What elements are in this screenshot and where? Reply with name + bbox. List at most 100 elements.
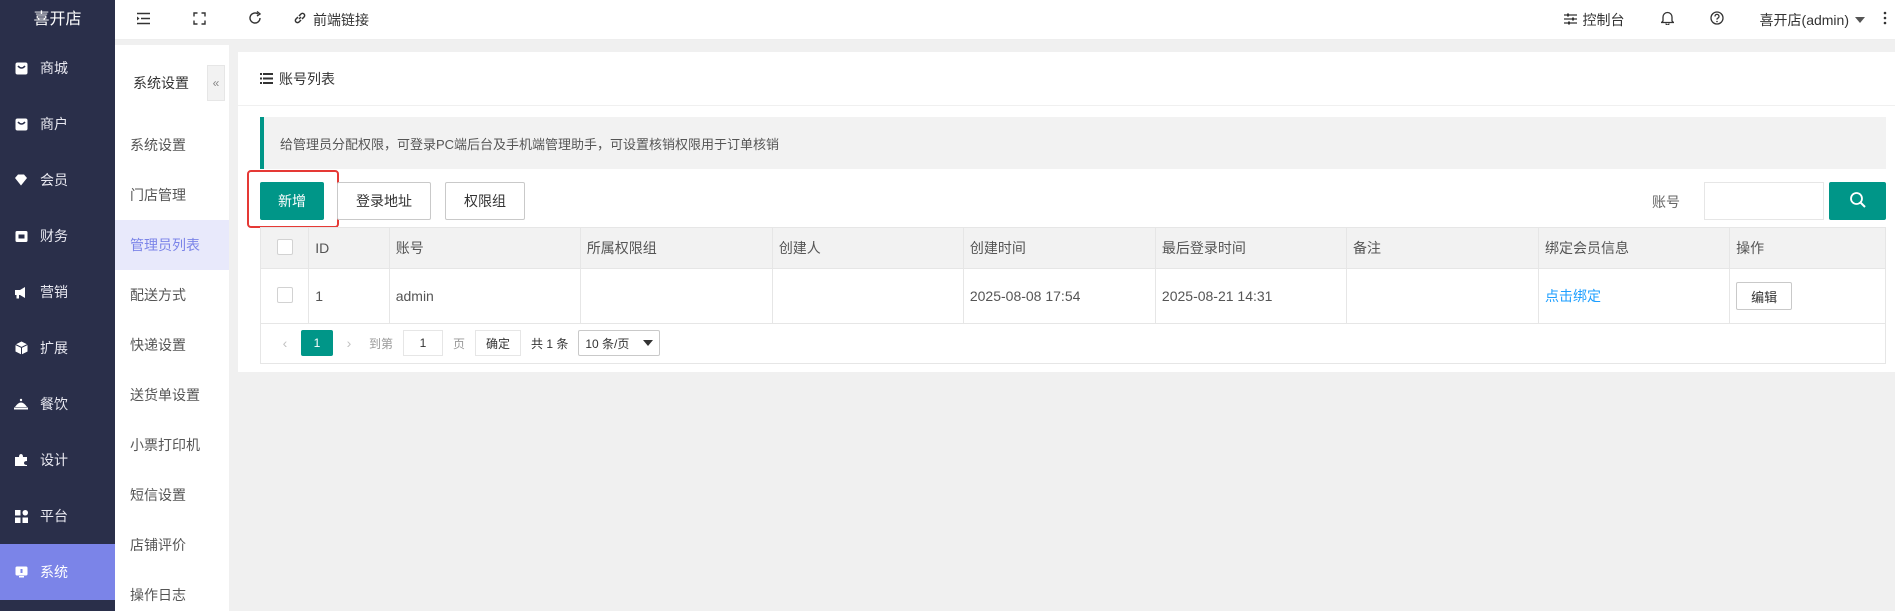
help-button[interactable] — [1692, 11, 1742, 28]
cell-created: 2025-08-08 17:54 — [962, 268, 1156, 324]
sidebar-item-system[interactable]: 系统 — [0, 544, 115, 600]
fullscreen-icon — [192, 11, 206, 28]
select-all-checkbox[interactable] — [276, 238, 293, 255]
sidebar-item-shop[interactable]: 商城 — [0, 40, 115, 96]
pagination: ‹ 1 › 到第 1 页 确定 共 1 条 10 条/页 — [260, 323, 1886, 364]
finance-icon — [14, 229, 28, 243]
sidebar-item-finance[interactable]: 财务 — [0, 208, 115, 264]
menu-toggle-button[interactable] — [115, 0, 171, 40]
submenu-item[interactable]: 系统设置 — [115, 120, 229, 170]
submenu-item-active[interactable]: 管理员列表 — [115, 220, 229, 270]
platform-icon — [14, 509, 28, 523]
sidebar-item-label: 财务 — [40, 228, 68, 244]
sidebar-item-label: 平台 — [40, 508, 68, 524]
sub-sidebar: 系统设置 « 系统设置 门店管理 管理员列表 配送方式 快递设置 送货单设置 小… — [115, 45, 229, 611]
bind-member-link[interactable]: 点击绑定 — [1545, 288, 1601, 304]
sidebar-item-label: 营销 — [40, 284, 68, 300]
sidebar-item-catering[interactable]: 餐饮 — [0, 376, 115, 432]
cell-remark — [1345, 268, 1540, 324]
column-header: 操作 — [1729, 227, 1886, 269]
search-button[interactable] — [1829, 182, 1886, 220]
shop-icon — [14, 61, 28, 75]
next-page-icon[interactable]: › — [339, 335, 359, 351]
main-menu: 商城 商户 会员 财务 营销 扩展 餐饮 设计 平台 系统 — [0, 40, 115, 600]
submenu-item[interactable]: 快递设置 — [115, 320, 229, 370]
link-icon — [293, 11, 307, 28]
content-card: 账号列表 给管理员分配权限，可登录PC端后台及手机端管理助手，可设置核销权限用于… — [238, 52, 1895, 372]
submenu-item[interactable]: 短信设置 — [115, 470, 229, 520]
column-header: 绑定会员信息 — [1538, 227, 1731, 269]
merchant-icon — [14, 117, 28, 131]
caret-down-icon — [1855, 16, 1865, 23]
brand-logo[interactable]: 喜开店 — [0, 0, 115, 40]
page-size-select[interactable]: 10 条/页 — [578, 330, 661, 356]
table-header-row: ID 账号 所属权限组 创建人 创建时间 最后登录时间 备注 绑定会员信息 操作 — [259, 227, 1886, 269]
submenu-item[interactable]: 操作日志 — [115, 570, 229, 611]
goto-confirm-button[interactable]: 确定 — [475, 330, 522, 356]
sidebar-item-label: 扩展 — [40, 340, 68, 356]
info-tip: 给管理员分配权限，可登录PC端后台及手机端管理助手，可设置核销权限用于订单核销 — [260, 117, 1886, 169]
frontend-link-label: 前端链接 — [313, 11, 369, 28]
cell-action: 编辑 — [1729, 268, 1886, 324]
submenu-item[interactable]: 配送方式 — [115, 270, 229, 320]
submenu-title-label: 系统设置 — [133, 74, 189, 91]
page-size-value: 10 条/页 — [585, 336, 630, 351]
column-header: 备注 — [1345, 227, 1540, 269]
search-label: 账号 — [1652, 194, 1680, 210]
account-search-input[interactable] — [1704, 182, 1824, 220]
control-panel-link[interactable]: 控制台 — [1546, 10, 1643, 30]
list-icon — [260, 71, 273, 87]
add-button[interactable]: 新增 — [260, 182, 324, 220]
permission-group-button[interactable]: 权限组 — [445, 182, 525, 220]
user-menu[interactable]: 喜开店(admin) — [1742, 10, 1875, 30]
submenu-item[interactable]: 门店管理 — [115, 170, 229, 220]
row-checkbox[interactable] — [276, 286, 293, 303]
notification-button[interactable] — [1643, 11, 1692, 28]
submenu-item[interactable]: 店铺评价 — [115, 520, 229, 570]
sidebar-item-label: 商城 — [40, 60, 68, 76]
sidebar-item-label: 商户 — [40, 116, 68, 132]
frontend-link[interactable]: 前端链接 — [293, 10, 369, 30]
sidebar-item-extension[interactable]: 扩展 — [0, 320, 115, 376]
indent-icon — [136, 12, 151, 28]
sidebar-item-design[interactable]: 设计 — [0, 432, 115, 488]
user-name: 喜开店(admin) — [1759, 11, 1849, 28]
cell-account: admin — [388, 268, 581, 324]
edit-button[interactable]: 编辑 — [1736, 282, 1793, 310]
column-header: ID — [308, 227, 390, 269]
cell-bind: 点击绑定 — [1538, 268, 1731, 324]
submenu-item[interactable]: 小票打印机 — [115, 420, 229, 470]
member-icon — [14, 173, 28, 187]
sidebar-item-platform[interactable]: 平台 — [0, 488, 115, 544]
column-header: 最后登录时间 — [1154, 227, 1347, 269]
prev-page-icon[interactable]: ‹ — [275, 335, 295, 351]
search-icon — [1849, 191, 1867, 212]
card-header: 账号列表 — [238, 52, 1895, 106]
more-button[interactable] — [1875, 11, 1895, 28]
main-sidebar: 喜开店 商城 商户 会员 财务 营销 扩展 餐饮 设计 平台 系统 — [0, 0, 115, 611]
collapse-button[interactable]: « — [207, 65, 225, 101]
cell-creator — [771, 268, 964, 324]
column-header: 账号 — [388, 227, 581, 269]
sidebar-item-merchant[interactable]: 商户 — [0, 96, 115, 152]
fullscreen-button[interactable] — [171, 0, 227, 40]
sidebar-item-member[interactable]: 会员 — [0, 152, 115, 208]
sidebar-item-label: 系统 — [40, 564, 68, 580]
toolbar: 新增 登录地址 权限组 账号 — [247, 170, 1886, 228]
current-page[interactable]: 1 — [301, 330, 333, 356]
page-number-input[interactable]: 1 — [403, 330, 444, 356]
submenu-list: 系统设置 门店管理 管理员列表 配送方式 快递设置 送货单设置 小票打印机 短信… — [115, 120, 229, 611]
catering-icon — [14, 397, 28, 411]
refresh-icon — [248, 10, 262, 28]
help-icon — [1709, 11, 1724, 28]
extension-icon — [14, 341, 28, 355]
design-icon — [14, 453, 28, 467]
sidebar-item-marketing[interactable]: 营销 — [0, 264, 115, 320]
login-url-button[interactable]: 登录地址 — [337, 182, 431, 220]
page-unit-label: 页 — [453, 336, 466, 351]
more-vertical-icon — [1883, 11, 1887, 28]
marketing-icon — [14, 285, 28, 299]
refresh-button[interactable] — [227, 0, 283, 40]
submenu-item[interactable]: 送货单设置 — [115, 370, 229, 420]
cell-last-login: 2025-08-21 14:31 — [1154, 268, 1347, 324]
